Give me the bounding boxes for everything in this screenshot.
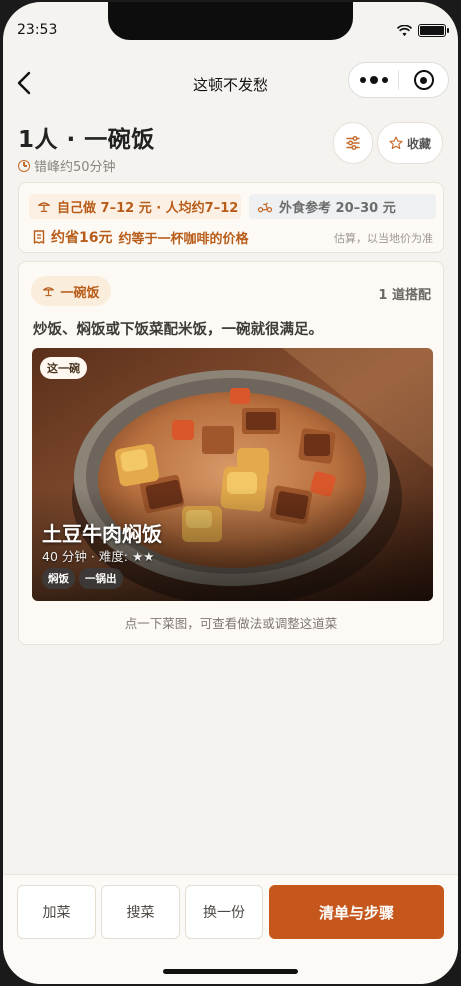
time-subtitle: 错峰约50分钟 xyxy=(18,156,116,175)
meal-description: 炒饭、焖饭或下饭菜配米饭，一碗就很满足。 xyxy=(33,322,323,338)
phone-screen: 23:53 这顿不发愁 1人 · 一碗饭 错峰约50分钟 收藏 自己做 7–12… xyxy=(3,2,458,984)
dish-tag: 焖饭 xyxy=(42,568,75,589)
estimate-note: 估算，以当地价为准 xyxy=(334,232,433,245)
favorite-button[interactable]: 收藏 xyxy=(377,122,443,164)
navigation-bar: 这顿不发愁 xyxy=(3,62,458,102)
star-icon xyxy=(389,136,403,150)
cost-info-card: 自己做 7–12 元 · 人均约7–12 外食参考 20–30 元 约省16元 … xyxy=(18,182,444,253)
receipt-icon xyxy=(33,230,45,244)
meal-type-label: 一碗饭 xyxy=(60,285,100,301)
pairing-count: 1 道搭配 xyxy=(378,288,431,303)
savings-amount: 约省16元 xyxy=(51,230,113,246)
dish-name: 土豆牛肉焖饭 xyxy=(42,522,162,546)
status-icons xyxy=(397,24,449,37)
delivery-scooter-icon xyxy=(257,202,273,212)
dish-card[interactable]: 这一碗 土豆牛肉焖饭 40 分钟 · 难度: ★★ 焖饭 一锅出 xyxy=(32,348,433,601)
meal-card: 一碗饭 1 道搭配 炒饭、焖饭或下饭菜配米饭，一碗就很满足。 这一碗 土豆牛肉焖… xyxy=(18,261,444,645)
swap-meal-button[interactable]: 换一份 xyxy=(185,885,263,939)
home-cost-chip: 自己做 7–12 元 · 人均约7–12 xyxy=(29,194,241,219)
more-menu-icon[interactable] xyxy=(349,76,398,84)
favorite-label: 收藏 xyxy=(406,136,431,151)
bottom-action-bar: 加菜 搜菜 换一份 清单与步骤 xyxy=(3,874,458,984)
miniprogram-capsule xyxy=(348,62,449,98)
home-indicator xyxy=(163,969,298,974)
dish-hint: 点一下菜图，可查看做法或调整这道菜 xyxy=(124,616,338,631)
dish-tag: 一锅出 xyxy=(79,568,123,589)
camera-notch xyxy=(108,2,353,40)
sliders-icon xyxy=(346,136,360,150)
clock-icon xyxy=(18,159,30,172)
close-miniprogram-icon[interactable] xyxy=(399,70,448,90)
savings-compare: 约等于一杯咖啡的价格 xyxy=(118,231,249,247)
takeout-ref-text: 外食参考 20–30 元 xyxy=(279,201,396,216)
dish-badge: 这一碗 xyxy=(40,357,87,379)
page-title: 1人 · 一碗饭 xyxy=(18,127,155,153)
dish-meta: 40 分钟 · 难度: ★★ xyxy=(42,549,155,564)
home-cost-text: 自己做 7–12 元 · 人均约7–12 xyxy=(57,201,239,216)
status-time: 23:53 xyxy=(17,22,58,38)
savings-row: 约省16元 约等于一杯咖啡的价格 xyxy=(33,227,249,247)
cooking-pot-icon xyxy=(38,201,50,212)
filter-button[interactable] xyxy=(333,122,373,164)
wifi-icon xyxy=(397,24,412,36)
list-and-steps-button[interactable]: 清单与步骤 xyxy=(269,885,444,939)
subtitle-text: 错峰约50分钟 xyxy=(34,160,116,175)
takeout-ref-chip: 外食参考 20–30 元 xyxy=(249,194,436,219)
dish-tags: 焖饭 一锅出 xyxy=(42,568,123,589)
add-dish-button[interactable]: 加菜 xyxy=(17,885,96,939)
battery-icon xyxy=(418,24,449,37)
meal-type-tag: 一碗饭 xyxy=(31,276,111,306)
search-dish-button[interactable]: 搜菜 xyxy=(101,885,180,939)
cooking-pot-icon xyxy=(43,286,55,296)
